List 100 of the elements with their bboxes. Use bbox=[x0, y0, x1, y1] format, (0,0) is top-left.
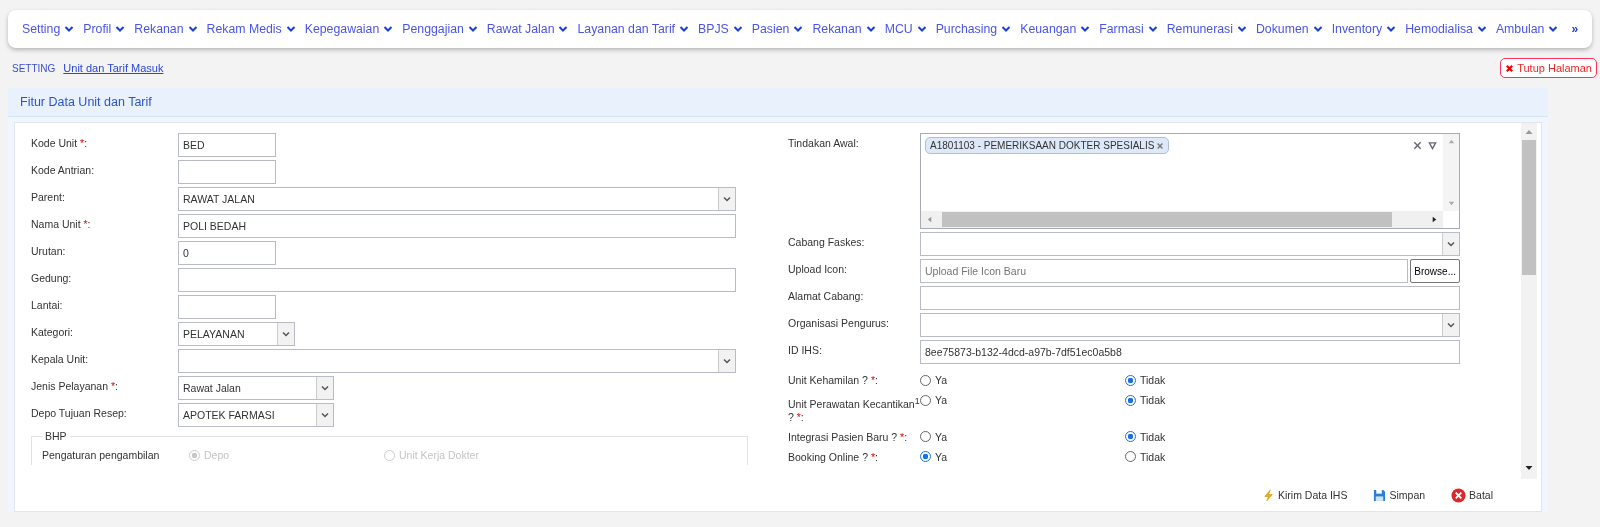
field-label: Booking Online ? *: bbox=[788, 449, 879, 464]
chevron-down-icon bbox=[1476, 24, 1487, 34]
footer-button[interactable]: Kirim Data IHS bbox=[1262, 488, 1348, 502]
field-label: Lantai: bbox=[31, 298, 64, 312]
field-label: Urutan: bbox=[31, 244, 67, 258]
lightning-icon bbox=[1262, 488, 1275, 502]
radio-label: Depo bbox=[204, 449, 230, 461]
menu-item[interactable]: Kepegawaian bbox=[304, 22, 394, 36]
chevron-down-icon bbox=[285, 24, 296, 34]
menu-item[interactable]: BPJS bbox=[698, 22, 743, 36]
chevron-down-icon bbox=[916, 24, 927, 34]
scrollbar[interactable] bbox=[1443, 134, 1459, 211]
radio-button[interactable] bbox=[920, 374, 931, 386]
multi-select-field[interactable]: A1801103 - PEMERIKSAAN DOKTER SPESIALIS bbox=[920, 133, 1460, 229]
footer-button[interactable]: Simpan bbox=[1373, 488, 1426, 502]
menu-item[interactable]: Layanan dan Tarif bbox=[577, 22, 690, 36]
chevron-down-icon bbox=[383, 24, 394, 34]
input-field[interactable]: 0 bbox=[178, 241, 276, 265]
menu-item[interactable]: Purchasing bbox=[935, 22, 1012, 36]
chevron-down-icon bbox=[558, 24, 569, 34]
input-field[interactable]: 8ee75873-b132-4dcd-a97b-7df51ec0a5b8 bbox=[920, 340, 1460, 364]
menu-item[interactable]: Rawat Jalan bbox=[486, 22, 569, 36]
field-label: Upload Icon: bbox=[788, 262, 848, 276]
chevron-down-icon bbox=[1312, 24, 1323, 34]
field-label: Kategori: bbox=[31, 325, 75, 339]
radio-button[interactable] bbox=[1125, 451, 1136, 462]
chevron-down-icon bbox=[732, 24, 743, 34]
chevron-down-icon bbox=[64, 24, 75, 34]
field-label: Unit Perawatan Kecantikan$^{1}$ ? *: bbox=[788, 394, 920, 424]
field-label: ID IHS: bbox=[788, 343, 823, 357]
menu-item[interactable]: Ambulan bbox=[1495, 22, 1559, 36]
menu-item[interactable]: Penggajian bbox=[402, 22, 478, 36]
input-field[interactable]: BED bbox=[178, 133, 276, 157]
menu-item[interactable]: Remunerasi bbox=[1166, 22, 1247, 36]
selected-tag[interactable]: A1801103 - PEMERIKSAAN DOKTER SPESIALIS bbox=[925, 137, 1170, 154]
radio-button[interactable] bbox=[920, 394, 931, 406]
radio-button[interactable] bbox=[1125, 394, 1136, 406]
close-page-button[interactable]: Tutup Halaman bbox=[1500, 58, 1597, 78]
chevron-down-icon bbox=[187, 24, 198, 34]
radio-label: Tidak bbox=[1140, 450, 1166, 463]
chevron-down-icon bbox=[320, 410, 330, 420]
menu-item[interactable]: Dokumen bbox=[1256, 22, 1323, 36]
field-label: Kepala Unit: bbox=[31, 352, 90, 366]
input-field[interactable] bbox=[920, 286, 1460, 310]
field-label: Jenis Pelayanan *: bbox=[31, 379, 119, 393]
chevron-down-icon bbox=[1446, 239, 1456, 249]
fieldset-legend: BHP bbox=[42, 430, 70, 442]
field-label: Integrasi Pasien Baru ? *: bbox=[788, 429, 909, 444]
scrollbar[interactable] bbox=[921, 211, 1443, 228]
close-icon bbox=[1505, 63, 1515, 73]
radio-label: Ya bbox=[935, 430, 948, 443]
chevron-down-icon bbox=[1446, 320, 1456, 330]
arrow-left-icon[interactable] bbox=[925, 215, 934, 224]
select-field[interactable]: APOTEK FARMASI bbox=[178, 403, 334, 427]
menu-item[interactable]: Profil bbox=[83, 22, 126, 36]
input-field[interactable] bbox=[178, 295, 276, 319]
clear-icon[interactable] bbox=[1413, 141, 1422, 150]
radio-button[interactable] bbox=[1125, 374, 1136, 386]
input-field[interactable] bbox=[178, 268, 736, 292]
menu-item[interactable]: Inventory bbox=[1331, 22, 1397, 36]
chevron-down-icon bbox=[281, 329, 291, 339]
select-field[interactable]: Rawat Jalan bbox=[178, 376, 334, 400]
chevron-down-icon bbox=[1548, 24, 1559, 34]
browse-button[interactable]: Browse... bbox=[1410, 259, 1460, 283]
arrow-up-icon[interactable] bbox=[1446, 137, 1456, 146]
input-field[interactable] bbox=[178, 160, 276, 184]
file-input-field[interactable]: Upload File Icon Baru bbox=[920, 259, 1409, 283]
select-field[interactable] bbox=[920, 313, 1460, 337]
select-field[interactable] bbox=[920, 232, 1460, 256]
select-field[interactable] bbox=[178, 349, 736, 373]
menu-item[interactable]: Pasien bbox=[751, 22, 804, 36]
menu-item[interactable]: Farmasi bbox=[1099, 22, 1158, 36]
remove-icon[interactable] bbox=[1156, 141, 1165, 150]
dropdown-icon[interactable] bbox=[1428, 141, 1437, 150]
chevron-down-icon bbox=[1080, 24, 1091, 34]
chevron-down-icon bbox=[722, 356, 732, 366]
radio-label: Tidak bbox=[1140, 430, 1166, 443]
arrow-right-icon[interactable] bbox=[1430, 215, 1439, 224]
scrollbar[interactable] bbox=[1521, 123, 1537, 479]
menu-item[interactable]: Rekanan bbox=[134, 22, 198, 36]
field-label: Kode Unit *: bbox=[31, 136, 89, 150]
menu-item[interactable]: MCU bbox=[884, 22, 927, 36]
input-field[interactable]: POLI BEDAH bbox=[178, 214, 736, 238]
select-field[interactable]: RAWAT JALAN bbox=[178, 187, 736, 211]
radio-button[interactable] bbox=[920, 451, 931, 462]
select-field[interactable]: PELAYANAN bbox=[178, 322, 295, 346]
breadcrumb-link[interactable]: Unit dan Tarif Masuk bbox=[63, 62, 164, 74]
menu-item[interactable]: Hemodialisa bbox=[1405, 22, 1487, 36]
menu-item[interactable]: Setting bbox=[22, 22, 75, 36]
menu-item[interactable]: Keuangan bbox=[1020, 22, 1091, 36]
radio-label: Ya bbox=[935, 450, 948, 463]
menu-item[interactable]: Rekam Medis bbox=[206, 22, 296, 36]
footer-button[interactable]: Batal bbox=[1451, 487, 1493, 503]
field-label: Cabang Faskes: bbox=[788, 235, 866, 249]
field-label: Pengaturan pengambilan bbox=[42, 449, 161, 461]
more-menu-button[interactable]: » bbox=[1567, 22, 1579, 36]
radio-button[interactable] bbox=[1125, 431, 1136, 442]
radio-button[interactable] bbox=[920, 431, 931, 442]
radio-label: Unit Kerja Dokter bbox=[399, 449, 479, 461]
menu-item[interactable]: Rekanan bbox=[812, 22, 876, 36]
